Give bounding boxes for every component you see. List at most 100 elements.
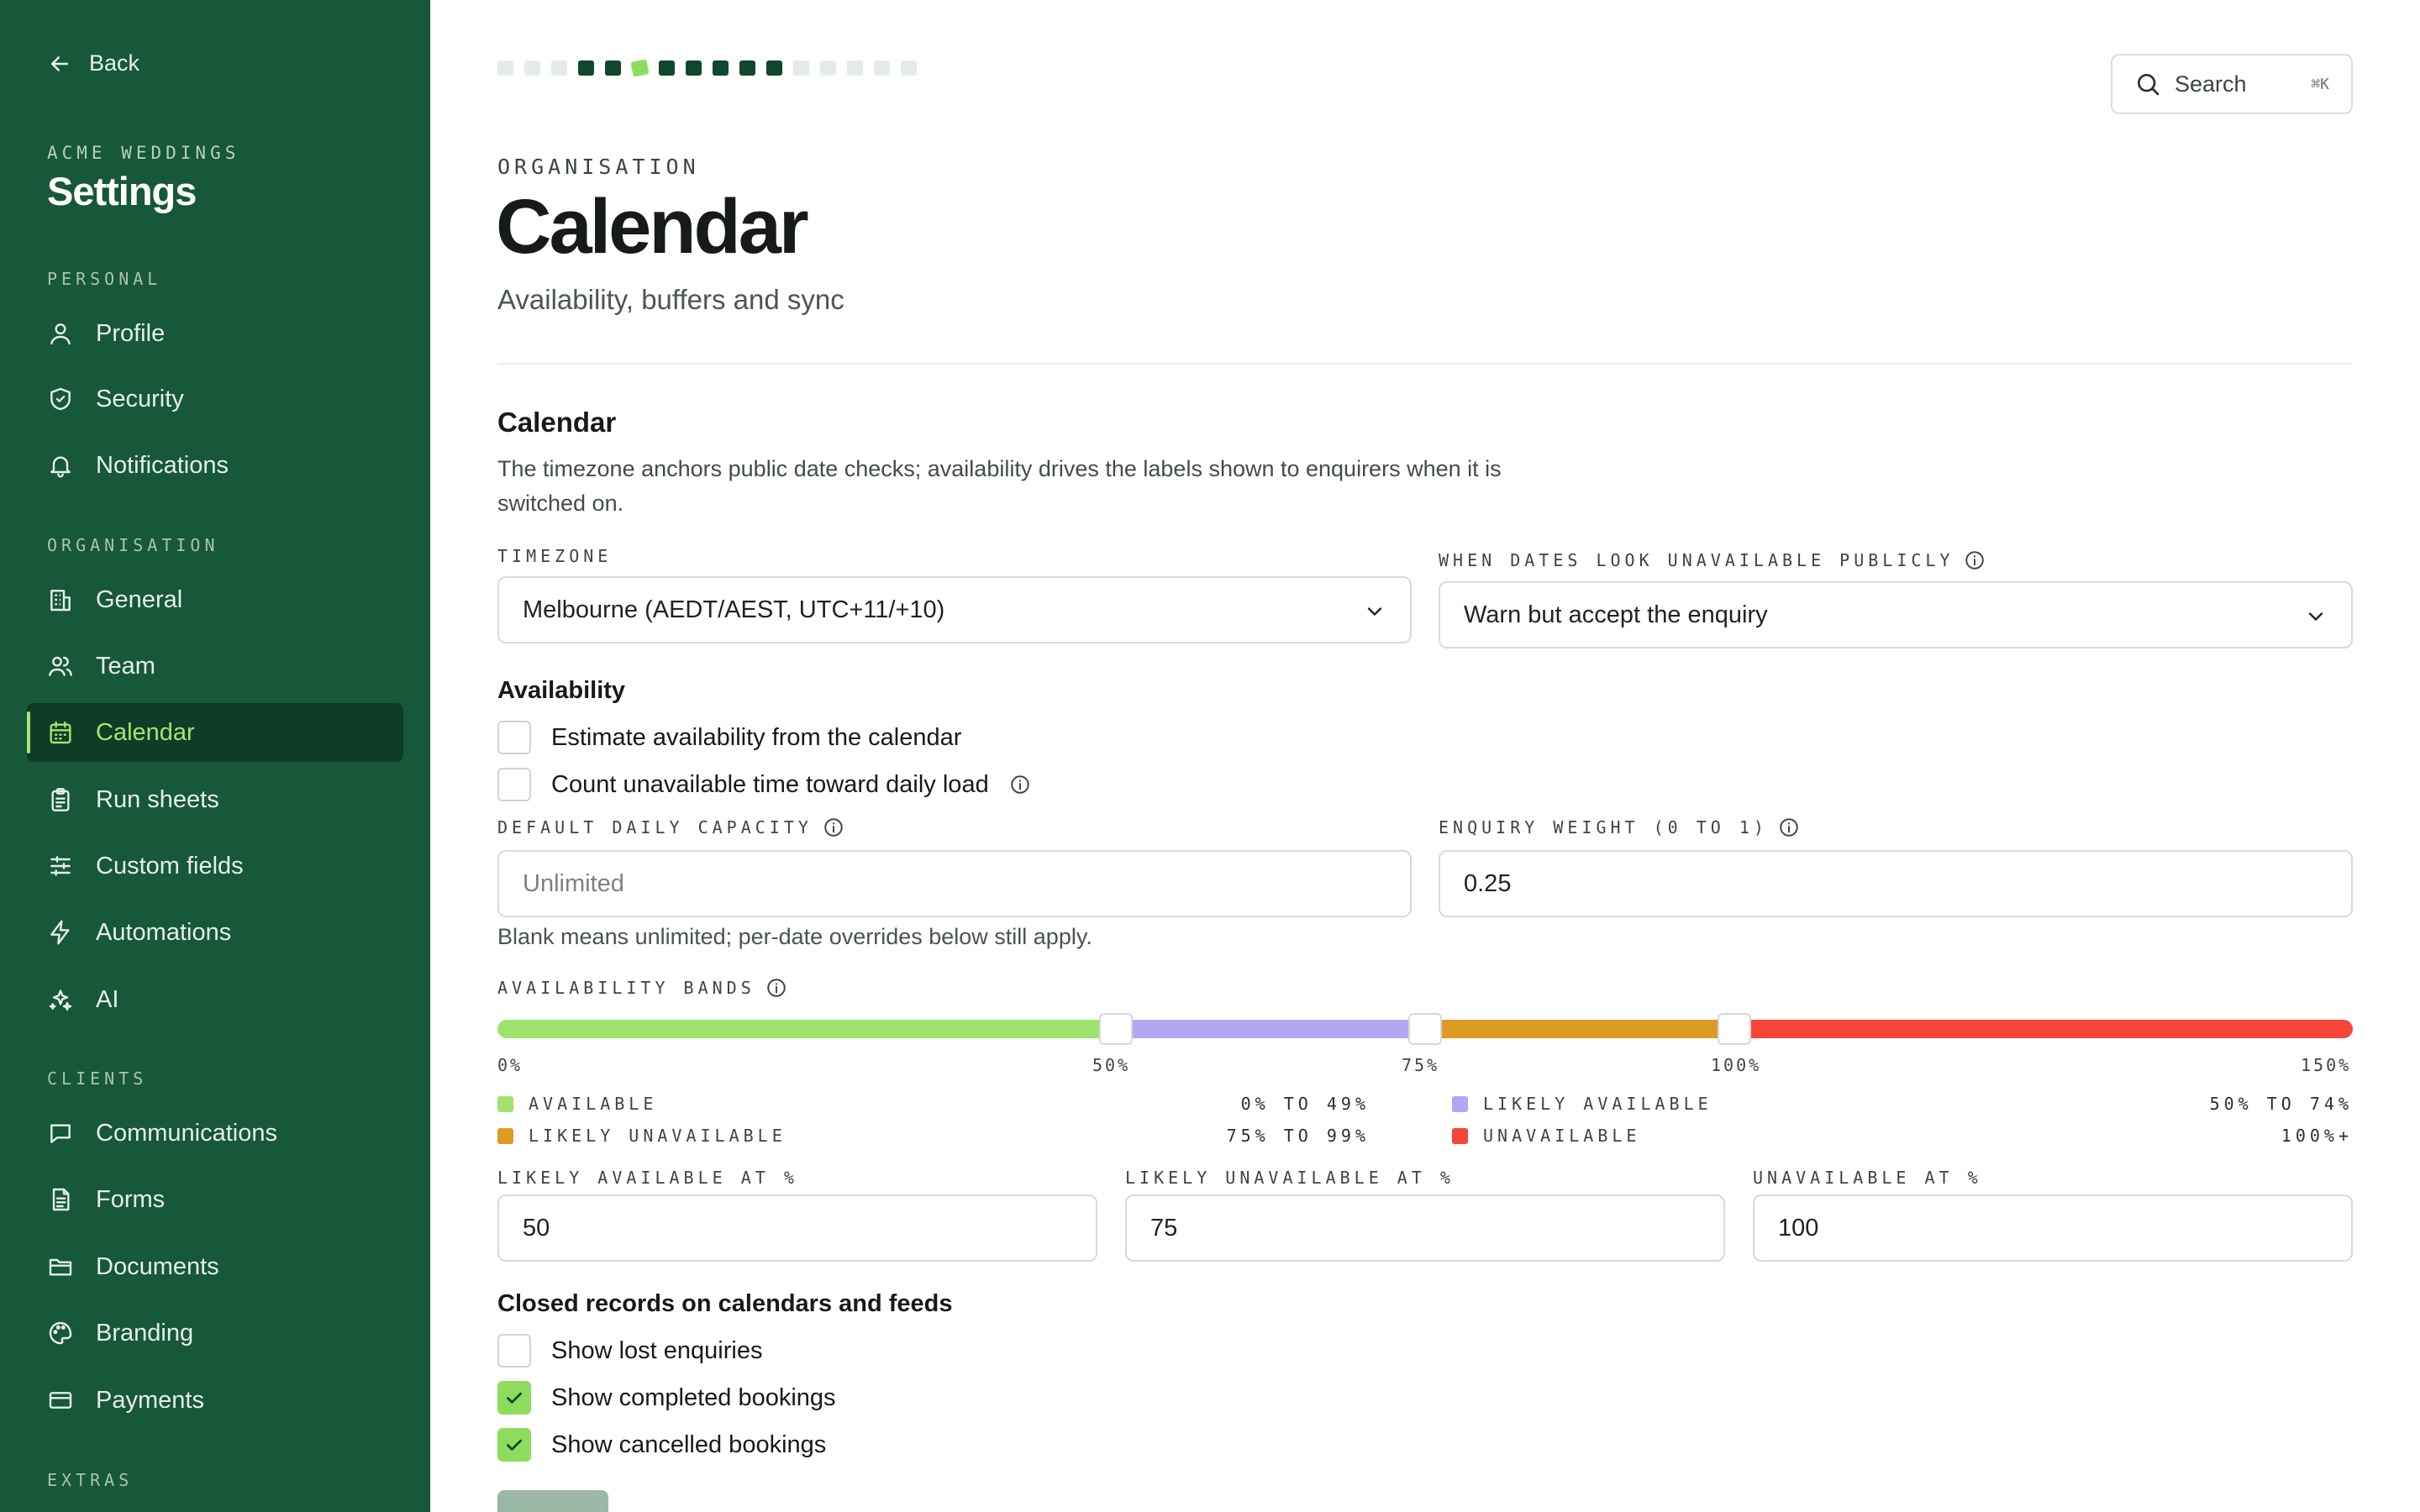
progress-step <box>847 60 863 76</box>
legend-swatch <box>497 1095 513 1112</box>
band-tick-label: 150% <box>2301 1055 2352 1075</box>
info-icon[interactable] <box>1009 774 1031 795</box>
section-label-extras: EXTRAS <box>47 1470 134 1490</box>
band-tick-label: 100% <box>1711 1055 1762 1075</box>
capacity-input[interactable]: Unlimited <box>497 850 1412 917</box>
sidebar-item-profile[interactable]: Profile <box>27 304 403 363</box>
sidebar-item-custom-fields[interactable]: Custom fields <box>27 837 403 895</box>
likely-unavailable-value: 75 <box>1150 1214 1178 1242</box>
legend-label: LIKELY UNAVAILABLE <box>529 1126 786 1146</box>
band-handle-likely-available[interactable] <box>1099 1013 1133 1045</box>
sidebar-item-label: Security <box>96 385 184 412</box>
legend-item-available: AVAILABLE <box>497 1094 657 1114</box>
checkbox-label: Show cancelled bookings <box>551 1431 827 1458</box>
sidebar-item-label: Documents <box>96 1252 219 1280</box>
band-tick-label: 50% <box>1092 1055 1131 1075</box>
sidebar-item-label: Payments <box>96 1386 204 1414</box>
back-button[interactable]: Back <box>47 50 139 76</box>
sliders-icon <box>50 856 71 876</box>
sidebar-item-calendar[interactable]: Calendar <box>27 703 403 762</box>
sidebar-item-label: Communications <box>96 1119 277 1147</box>
sidebar-item-team[interactable]: Team <box>27 637 403 696</box>
sidebar-item-payments[interactable]: Payments <box>27 1371 403 1430</box>
checkbox-label: Show lost enquiries <box>551 1336 763 1364</box>
likely-unavailable-label: LIKELY UNAVAILABLE AT % <box>1125 1168 1455 1188</box>
closed-records-heading: Closed records on calendars and feeds <box>497 1290 953 1317</box>
band-handle-unavailable[interactable] <box>1718 1013 1751 1045</box>
sidebar-item-communications[interactable]: Communications <box>27 1104 403 1163</box>
unavailable-behaviour-label-text: WHEN DATES LOOK UNAVAILABLE PUBLICLY <box>1439 550 1954 570</box>
likely-unavailable-input[interactable]: 75 <box>1125 1194 1725 1262</box>
sidebar-item-notifications[interactable]: Notifications <box>27 436 403 495</box>
progress-step <box>793 60 809 76</box>
unavailable-behaviour-value: Warn but accept the enquiry <box>1464 601 1768 628</box>
info-icon[interactable] <box>1778 816 1800 838</box>
unavailable-label-text: UNAVAILABLE AT % <box>1753 1168 1982 1188</box>
likely-available-input[interactable]: 50 <box>497 1194 1097 1262</box>
band-handle-likely-unavailable[interactable] <box>1408 1013 1442 1045</box>
progress-step <box>713 60 729 76</box>
message-icon <box>50 1124 71 1143</box>
progress-step <box>524 60 540 76</box>
chevron-down-icon <box>2308 612 2323 622</box>
arrow-left-icon <box>51 55 68 71</box>
likely-unavailable-label-text: LIKELY UNAVAILABLE AT % <box>1125 1168 1455 1188</box>
capacity-hint: Blank means unlimited; per-date override… <box>497 924 1092 949</box>
save-button[interactable] <box>497 1490 608 1512</box>
progress-step <box>497 60 513 76</box>
folder-icon <box>49 1258 72 1276</box>
enquiry-weight-input[interactable]: 0.25 <box>1439 850 2353 917</box>
estimate-availability-checkbox[interactable]: Estimate availability from the calendar <box>497 721 961 754</box>
show-completed-bookings-checkbox[interactable]: Show completed bookings <box>497 1381 836 1415</box>
band-tick-label: 75% <box>1402 1055 1440 1075</box>
search-button[interactable]: Search ⌘K <box>2111 54 2353 114</box>
timezone-value: Melbourne (AEDT/AEST, UTC+11/+10) <box>523 596 945 623</box>
progress-step <box>874 60 890 76</box>
timezone-select[interactable]: Melbourne (AEDT/AEST, UTC+11/+10) <box>497 576 1412 643</box>
page-eyebrow: ORGANISATION <box>497 155 700 179</box>
sidebar-item-label: Branding <box>96 1319 194 1347</box>
capacity-label-text: DEFAULT DAILY CAPACITY <box>497 817 813 837</box>
progress-step <box>739 60 755 76</box>
sidebar-item-forms[interactable]: Forms <box>27 1170 403 1229</box>
search-icon <box>2138 74 2160 96</box>
palette-icon <box>49 1321 72 1345</box>
sidebar-item-label: AI <box>96 985 119 1013</box>
setup-progress <box>497 59 917 77</box>
show-cancelled-bookings-checkbox[interactable]: Show cancelled bookings <box>497 1428 826 1462</box>
availability-bands-label: AVAILABILITY BANDS <box>497 977 787 999</box>
progress-step <box>578 60 594 76</box>
sidebar-item-security[interactable]: Security <box>27 370 403 428</box>
sidebar-item-branding[interactable]: Branding <box>27 1304 403 1362</box>
legend-label: UNAVAILABLE <box>1483 1126 1641 1146</box>
show-lost-enquiries-checkbox[interactable]: Show lost enquiries <box>497 1334 762 1368</box>
page-subtitle: Availability, buffers and sync <box>497 284 844 315</box>
sparkles-icon <box>49 990 72 1011</box>
user-icon <box>50 323 71 345</box>
card-icon <box>49 1392 72 1409</box>
sidebar-item-automations[interactable]: Automations <box>27 903 403 962</box>
count-unavailable-checkbox[interactable]: Count unavailable time toward daily load <box>497 768 1031 801</box>
org-name: ACME WEDDINGS <box>47 143 240 163</box>
sidebar-item-label: Forms <box>96 1185 166 1213</box>
sidebar-item-general[interactable]: General <box>27 570 403 629</box>
legend-item-likely-unavailable: LIKELY UNAVAILABLE <box>497 1126 786 1146</box>
sidebar-item-documents[interactable]: Documents <box>27 1237 403 1296</box>
unavailable-behaviour-select[interactable]: Warn but accept the enquiry <box>1439 581 2353 648</box>
sidebar-item-label: Calendar <box>96 718 195 746</box>
legend-range: 100%+ <box>2281 1126 2353 1146</box>
unavailable-input[interactable]: 100 <box>1753 1194 2353 1262</box>
search-shortcut: ⌘K <box>2311 75 2329 93</box>
checkbox-box <box>497 721 531 754</box>
enquiry-weight-label-text: ENQUIRY WEIGHT (0 TO 1) <box>1439 817 1768 837</box>
progress-step <box>766 60 782 76</box>
chevron-down-icon <box>1367 607 1382 617</box>
info-icon[interactable] <box>823 816 844 838</box>
sidebar-item-run-sheets[interactable]: Run sheets <box>27 770 403 829</box>
checkbox-label: Show completed bookings <box>551 1383 836 1411</box>
band-segment-unavailable <box>1734 1020 2353 1038</box>
info-icon[interactable] <box>765 977 787 999</box>
info-icon[interactable] <box>1964 549 1986 571</box>
unavailable-label: UNAVAILABLE AT % <box>1753 1168 1982 1188</box>
sidebar-item-ai[interactable]: AI <box>27 970 403 1029</box>
